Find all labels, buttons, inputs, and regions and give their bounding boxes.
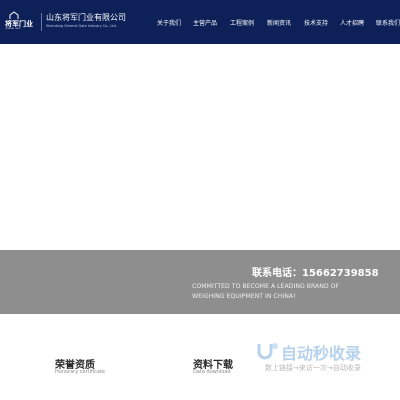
header-divider <box>41 13 42 31</box>
nav-item-products[interactable]: 主营产品 <box>193 18 217 27</box>
company-logo[interactable]: 将军门业 GENERAL GATE <box>5 11 39 33</box>
nav-item-news[interactable]: 新闻资讯 <box>267 18 291 27</box>
honors-subtitle: Honorary certificate <box>55 369 105 375</box>
contact-phone: 联系电话：15662739858 <box>252 268 379 279</box>
nav-item-contact[interactable]: 联系我们 <box>376 18 400 27</box>
banner-slogan: COMMITTED TO BECOME A LEADING BRAND OF W… <box>192 283 340 300</box>
company-name-english: Shandong General Gate Industry Co., Ltd. <box>46 24 117 28</box>
logo-subtext: GENERAL GATE <box>5 28 21 30</box>
company-name-block: 山东将军门业有限公司 Shandong General Gate Industr… <box>46 13 126 29</box>
hero-area <box>0 44 400 250</box>
watermark-title: 自动秒收录 <box>281 344 362 363</box>
watermark-subtitle: 数上链接→来访一次→自动收录 <box>265 364 361 372</box>
nav-item-cases[interactable]: 工程案例 <box>230 18 254 27</box>
nav-item-jobs[interactable]: 人才招聘 <box>340 18 364 27</box>
watermark-overlay: 自动秒收录 数上链接→来访一次→自动收录 <box>255 338 385 378</box>
downloads-subtitle: Data download <box>193 369 231 375</box>
company-name: 山东将军门业有限公司 <box>46 13 126 22</box>
site-header: 将军门业 GENERAL GATE 山东将军门业有限公司 Shandong Ge… <box>0 0 400 44</box>
watermark-logo-icon <box>257 343 278 360</box>
nav-item-about[interactable]: 关于我们 <box>157 18 181 27</box>
nav-item-support[interactable]: 技术支持 <box>304 18 328 27</box>
